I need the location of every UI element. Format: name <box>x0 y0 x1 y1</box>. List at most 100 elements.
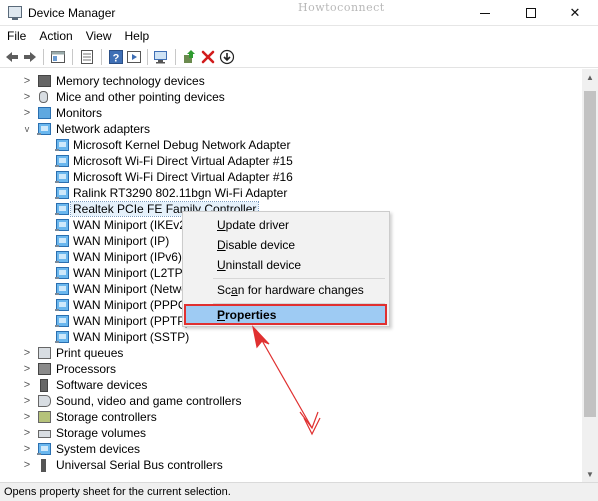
tree-label: Microsoft Wi-Fi Direct Virtual Adapter #… <box>73 170 293 184</box>
menu-action[interactable]: Action <box>32 26 78 46</box>
toolbar-separator <box>101 49 102 65</box>
menu-scan-hardware[interactable]: Scan for hardware changes <box>185 280 387 300</box>
accelerator-key: a <box>231 283 238 297</box>
properties-icon[interactable] <box>79 49 95 65</box>
expand-chevron-icon[interactable]: > <box>22 362 32 376</box>
menu-item-label: ninstall device <box>225 258 302 272</box>
tree-label: Universal Serial Bus controllers <box>56 458 223 472</box>
show-hide-console-tree-icon[interactable] <box>50 49 66 65</box>
help-icon[interactable]: ? <box>108 49 124 65</box>
uninstall-icon[interactable] <box>200 49 216 65</box>
network-card-icon <box>55 331 69 343</box>
network-card-icon <box>55 299 69 311</box>
tree-label: System devices <box>56 442 141 456</box>
run-action-icon[interactable] <box>126 49 142 65</box>
tree-row-sound-video[interactable]: > Sound, video and game controllers <box>0 393 580 409</box>
network-card-icon <box>55 251 69 263</box>
tree-label: Print queues <box>56 346 124 360</box>
network-card-icon <box>55 187 69 199</box>
menu-file[interactable]: File <box>0 26 32 46</box>
close-button[interactable]: ✕ <box>552 0 598 26</box>
memory-chip-icon <box>38 75 51 87</box>
scrollbar-thumb[interactable] <box>584 91 596 417</box>
expand-chevron-icon[interactable]: > <box>22 74 32 88</box>
accelerator-key: U <box>217 218 226 232</box>
tree-row-ralink[interactable]: Ralink RT3290 802.11bgn Wi-Fi Adapter <box>0 185 580 201</box>
maximize-button[interactable] <box>508 0 554 26</box>
tree-row-memory-technology[interactable]: > Memory technology devices <box>0 73 580 89</box>
tree-row-mice[interactable]: > Mice and other pointing devices <box>0 89 580 105</box>
tree-row-wifi-direct-15[interactable]: Microsoft Wi-Fi Direct Virtual Adapter #… <box>0 153 580 169</box>
tree-row-kernel-debug-adapter[interactable]: Microsoft Kernel Debug Network Adapter <box>0 137 580 153</box>
tree-label: WAN Miniport (SSTP) <box>73 330 190 344</box>
tree-label: Mice and other pointing devices <box>56 90 225 104</box>
minimize-icon <box>480 12 490 14</box>
network-card-icon <box>55 139 69 151</box>
system-device-icon <box>37 443 51 455</box>
expand-chevron-icon[interactable]: > <box>22 106 32 120</box>
tree-row-storage-controllers[interactable]: > Storage controllers <box>0 409 580 425</box>
printer-icon <box>38 347 51 359</box>
close-icon: ✕ <box>569 5 581 20</box>
tree-row-monitors[interactable]: > Monitors <box>0 105 580 121</box>
scroll-up-icon[interactable]: ▲ <box>582 69 598 85</box>
minimize-button[interactable] <box>462 0 508 26</box>
menu-view[interactable]: View <box>79 26 118 46</box>
tree-label: WAN Miniport (Network <box>73 282 198 296</box>
network-card-icon <box>55 171 69 183</box>
menu-separator <box>213 278 385 279</box>
tree-row-network-adapters[interactable]: v Network adapters <box>0 121 580 137</box>
tree-row-usb-controllers[interactable]: > Universal Serial Bus controllers <box>0 457 580 473</box>
tree-label: WAN Miniport (PPTP) <box>73 314 190 328</box>
tree-label: Microsoft Wi-Fi Direct Virtual Adapter #… <box>73 154 293 168</box>
software-device-icon <box>40 379 48 392</box>
network-card-icon <box>55 219 69 231</box>
tree-row-system-devices[interactable]: > System devices <box>0 441 580 457</box>
tree-row-wifi-direct-16[interactable]: Microsoft Wi-Fi Direct Virtual Adapter #… <box>0 169 580 185</box>
network-card-icon <box>55 283 69 295</box>
expand-chevron-icon[interactable]: > <box>22 442 32 456</box>
toolbar-separator <box>175 49 176 65</box>
expand-chevron-icon[interactable]: > <box>22 394 32 408</box>
menu-uninstall-device[interactable]: Uninstall device <box>185 255 387 275</box>
expand-chevron-icon[interactable]: > <box>22 90 32 104</box>
network-card-icon <box>55 267 69 279</box>
network-card-icon <box>55 203 69 215</box>
menu-help[interactable]: Help <box>118 26 156 46</box>
tree-row-wan-sstp[interactable]: WAN Miniport (SSTP) <box>0 329 580 345</box>
vertical-scrollbar[interactable]: ▲ ▼ <box>582 69 598 482</box>
update-driver-icon[interactable] <box>181 49 197 65</box>
back-icon[interactable] <box>4 49 20 65</box>
scroll-down-icon[interactable]: ▼ <box>582 466 598 482</box>
tree-row-storage-volumes[interactable]: > Storage volumes <box>0 425 580 441</box>
expand-chevron-icon[interactable]: > <box>22 346 32 360</box>
collapse-chevron-icon[interactable]: v <box>22 122 32 136</box>
window-title: Device Manager <box>28 6 116 20</box>
menu-update-driver[interactable]: Update driver <box>185 215 387 235</box>
expand-chevron-icon[interactable]: > <box>22 378 32 392</box>
tree-label: Ralink RT3290 802.11bgn Wi-Fi Adapter <box>73 186 288 200</box>
scan-hardware-icon[interactable] <box>153 49 169 65</box>
tree-label: Processors <box>56 362 117 376</box>
network-card-icon <box>55 155 69 167</box>
accelerator-key: D <box>217 238 226 252</box>
menu-item-label: Sc <box>217 283 232 297</box>
mouse-icon <box>39 91 48 103</box>
tree-row-print-queues[interactable]: > Print queues <box>0 345 580 361</box>
forward-icon[interactable] <box>22 49 38 65</box>
title-bar: Device Manager Howtoconnect ✕ <box>0 0 598 26</box>
network-card-icon <box>55 235 69 247</box>
download-icon[interactable] <box>219 49 235 65</box>
tree-label: Storage controllers <box>56 410 157 424</box>
watermark: Howtoconnect <box>298 1 385 14</box>
expand-chevron-icon[interactable]: > <box>22 426 32 440</box>
tree-row-processors[interactable]: > Processors <box>0 361 580 377</box>
storage-volume-icon <box>38 430 51 438</box>
expand-chevron-icon[interactable]: > <box>22 410 32 424</box>
tree-label: Storage volumes <box>56 426 147 440</box>
status-bar: Opens property sheet for the current sel… <box>0 482 598 501</box>
tree-row-software-devices[interactable]: > Software devices <box>0 377 580 393</box>
menu-disable-device[interactable]: Disable device <box>185 235 387 255</box>
storage-controller-icon <box>38 411 51 423</box>
expand-chevron-icon[interactable]: > <box>22 458 32 472</box>
